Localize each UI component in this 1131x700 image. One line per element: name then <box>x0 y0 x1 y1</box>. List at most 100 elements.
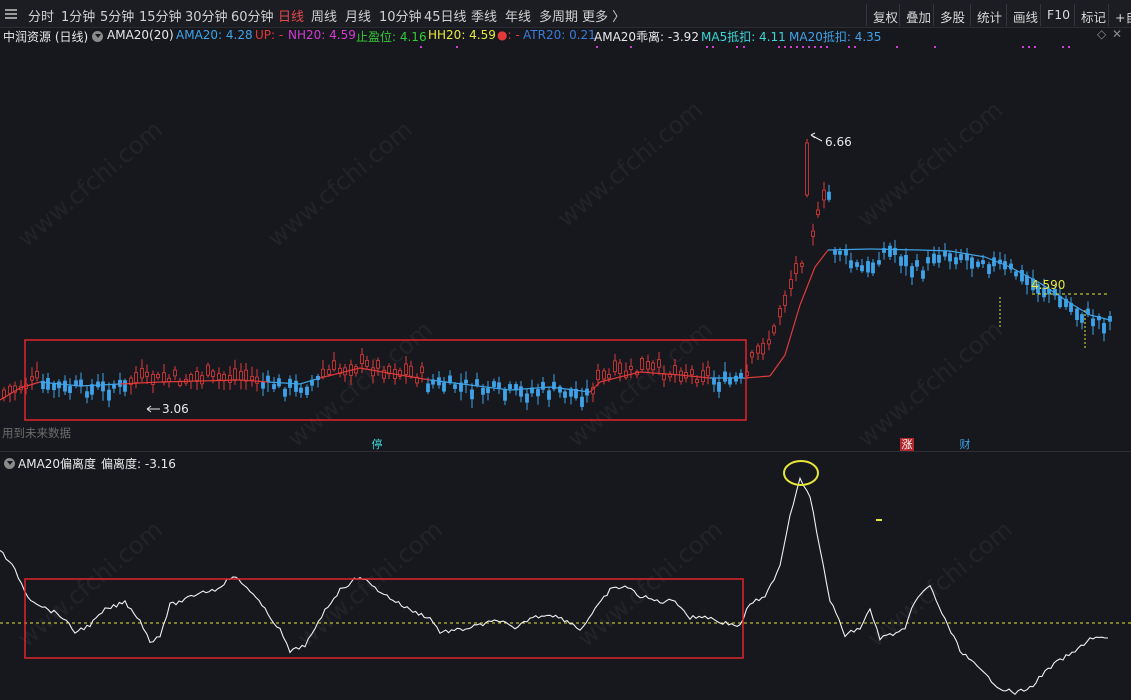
candle-body <box>915 260 919 267</box>
candle-body <box>200 375 204 385</box>
candle-body <box>365 360 369 367</box>
highlight-box <box>24 578 744 659</box>
candle-body <box>943 251 947 257</box>
period-tab-monthly[interactable]: 月线 <box>345 6 371 25</box>
close-icon[interactable]: ✕ <box>1112 27 1122 41</box>
ama20-line-segment <box>199 379 241 382</box>
period-tab-45day[interactable]: 45日线 <box>424 6 467 25</box>
candle-body <box>195 371 199 381</box>
period-tab-15min[interactable]: 15分钟 <box>139 6 182 25</box>
deviation-chart[interactable] <box>0 460 1131 700</box>
candle-body <box>525 393 529 403</box>
period-tab-30min[interactable]: 30分钟 <box>185 6 228 25</box>
candle-body <box>371 367 375 377</box>
candle-body <box>107 389 111 401</box>
period-tab-60min[interactable]: 60分钟 <box>231 6 274 25</box>
candle-body <box>123 380 127 392</box>
candle-body <box>376 360 380 369</box>
candle-body <box>805 142 809 196</box>
candle-body <box>332 360 336 370</box>
candle-body <box>68 385 72 393</box>
draw-line-button[interactable]: 画线 <box>1006 4 1038 26</box>
indicator-legend: 中润资源 (日线) AMA20(20) AMA20: 4.28 UP: - NH… <box>0 27 1131 45</box>
candle-body <box>613 360 617 373</box>
candle-body <box>833 249 837 255</box>
panel-divider[interactable] <box>0 451 1131 452</box>
ama20-line-segment <box>827 248 871 251</box>
candle-body <box>118 379 122 387</box>
suspension-event-icon[interactable]: 停 <box>370 438 384 452</box>
candle-body <box>74 380 78 386</box>
candle-body <box>63 380 67 392</box>
period-tab-yearly[interactable]: 年线 <box>505 6 531 25</box>
period-tab-quarterly[interactable]: 季线 <box>471 6 497 25</box>
period-toolbar: 分时 1分钟 5分钟 15分钟 30分钟 60分钟 日线 周线 月线 10分钟 … <box>0 0 1131 28</box>
candle-body <box>294 380 298 392</box>
candle-body <box>272 384 276 390</box>
period-tab-fenshi[interactable]: 分时 <box>28 6 54 25</box>
f10-button[interactable]: F10 <box>1040 4 1070 26</box>
overlay-button[interactable]: 叠加 <box>899 4 931 26</box>
candles <box>2 138 1112 411</box>
candle-body <box>767 339 771 345</box>
candle-body <box>1108 316 1112 322</box>
statistics-button[interactable]: 统计 <box>970 4 1002 26</box>
candle-body <box>690 369 694 376</box>
period-tab-daily[interactable]: 日线 <box>278 6 304 25</box>
candle-body <box>778 308 782 318</box>
ama20-line-segment <box>299 377 321 385</box>
ama20-line-segment <box>469 384 511 391</box>
legend-ama20: AMA20: 4.28 <box>176 28 253 42</box>
adjust-button[interactable]: 复权 <box>866 4 898 26</box>
candle-body <box>481 387 485 395</box>
custom-button[interactable]: +自 <box>1108 4 1131 26</box>
period-tab-multi[interactable]: 多周期 <box>539 6 578 25</box>
candle-body <box>475 379 479 386</box>
legend-stop-profit: 止盈位: 4.16 <box>356 30 427 44</box>
highlight-box <box>24 339 747 421</box>
period-tab-5min[interactable]: 5分钟 <box>100 6 134 25</box>
candle-body <box>844 249 848 256</box>
candle-body <box>206 364 210 376</box>
candle-body <box>855 262 859 267</box>
candle-body <box>46 378 50 390</box>
menu-grip-icon[interactable] <box>5 8 17 20</box>
multi-stock-button[interactable]: 多股 <box>933 4 965 26</box>
candle-body <box>811 230 815 237</box>
candle-body <box>871 262 875 274</box>
candle-body <box>926 257 930 264</box>
candle-body <box>217 373 221 381</box>
period-tab-10min[interactable]: 10分钟 <box>379 6 422 25</box>
candle-body <box>976 261 980 267</box>
period-tab-more[interactable]: 更多 〉 <box>582 6 625 25</box>
limit-up-event-icon[interactable]: 涨 <box>900 438 914 452</box>
candle-body <box>173 369 177 377</box>
candle-body <box>937 254 941 263</box>
low-arrow-icon <box>146 405 160 413</box>
candle-body <box>261 381 265 389</box>
candle-body <box>563 391 567 398</box>
candle-body <box>1020 269 1024 282</box>
period-tab-weekly[interactable]: 周线 <box>311 6 337 25</box>
candle-body <box>547 390 551 400</box>
candle-body <box>750 352 754 358</box>
diamond-icon[interactable]: ◇ <box>1097 27 1106 41</box>
mark-button[interactable]: 标记 <box>1074 4 1106 26</box>
candlestick-chart[interactable] <box>0 45 1131 445</box>
legend-ma5-deduct: MA5抵扣: 4.11 <box>701 30 786 44</box>
dropdown-circle-icon[interactable] <box>92 31 103 42</box>
candle-body <box>580 396 584 407</box>
candle-body <box>486 388 490 394</box>
candle-body <box>706 366 710 377</box>
indicator-name[interactable]: AMA20(20) <box>107 28 174 42</box>
ama20-line-segment <box>784 304 801 356</box>
candle-body <box>761 342 765 355</box>
candle-body <box>189 374 193 382</box>
candle-body <box>35 370 39 379</box>
ama20-line-segment <box>744 375 771 379</box>
period-tab-1min[interactable]: 1分钟 <box>61 6 95 25</box>
finance-event-icon[interactable]: 财 <box>958 438 972 452</box>
candle-body <box>156 374 160 379</box>
candle-body <box>442 382 446 392</box>
candle-body <box>536 389 540 397</box>
